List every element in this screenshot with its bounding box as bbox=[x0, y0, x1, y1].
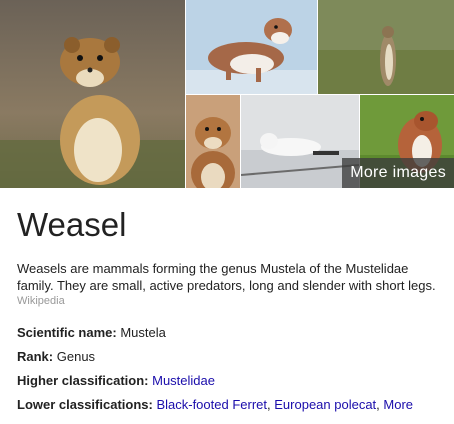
fact-rank: Rank: Genus bbox=[17, 349, 447, 366]
separator: , bbox=[376, 397, 380, 412]
fact-lower-classifications: Lower classifications: Black-footed Ferr… bbox=[17, 397, 447, 414]
black-footed-ferret-link[interactable]: Black-footed Ferret bbox=[156, 397, 267, 412]
fact-higher-classification: Higher classification: Mustelidae bbox=[17, 373, 447, 390]
european-polecat-link[interactable]: European polecat bbox=[274, 397, 376, 412]
entity-title: Weasel bbox=[17, 206, 127, 243]
fact-value: Mustela bbox=[120, 325, 166, 340]
more-link[interactable]: More bbox=[383, 397, 413, 412]
knowledge-panel: More images Weasel Weasels are mammals f… bbox=[0, 0, 454, 424]
weasel-photo-main[interactable] bbox=[0, 0, 185, 188]
fact-label: Scientific name: bbox=[17, 325, 117, 340]
separator: , bbox=[267, 397, 271, 412]
fact-scientific-name: Scientific name: Mustela bbox=[17, 325, 447, 342]
weasel-photo-portrait[interactable] bbox=[186, 95, 240, 188]
fact-label: Higher classification: bbox=[17, 373, 149, 388]
image-gallery: More images bbox=[0, 0, 454, 188]
facts-list: Scientific name: Mustela Rank: Genus Hig… bbox=[17, 325, 447, 414]
fact-value: Genus bbox=[56, 349, 96, 364]
fact-label: Lower classifications: bbox=[17, 397, 153, 412]
more-images-button[interactable]: More images bbox=[342, 158, 454, 188]
weasel-photo-standing[interactable] bbox=[318, 0, 454, 94]
source-link[interactable]: Wikipedia bbox=[17, 295, 447, 307]
fact-label: Rank: bbox=[17, 349, 54, 364]
entity-description: Weasels are mammals forming the genus Mu… bbox=[17, 261, 436, 293]
entity-content: Weasel Weasels are mammals forming the g… bbox=[17, 200, 447, 421]
mustelidae-link[interactable]: Mustelidae bbox=[152, 373, 215, 388]
weasel-photo-white[interactable] bbox=[186, 0, 317, 94]
